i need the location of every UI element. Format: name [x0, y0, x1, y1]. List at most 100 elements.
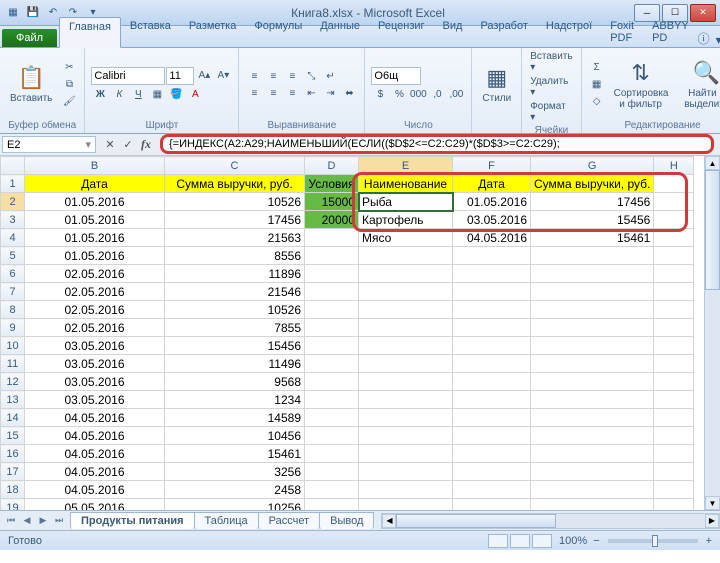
row-header-6[interactable]: 6 [1, 265, 25, 283]
align-left-icon[interactable]: ≡ [245, 85, 263, 101]
ribbon-tab-6[interactable]: Вид [434, 17, 472, 47]
file-tab[interactable]: Файл [2, 29, 57, 47]
cell-C12[interactable]: 9568 [165, 373, 305, 391]
sheet-tab-0[interactable]: Продукты питания [70, 512, 195, 529]
row-header-15[interactable]: 15 [1, 427, 25, 445]
cell-B4[interactable]: 01.05.2016 [25, 229, 165, 247]
cell-C7[interactable]: 21546 [165, 283, 305, 301]
cell-C4[interactable]: 21563 [165, 229, 305, 247]
autosum-icon[interactable]: Σ [588, 60, 606, 76]
cell-F15[interactable] [453, 427, 531, 445]
row-header-7[interactable]: 7 [1, 283, 25, 301]
cell-H13[interactable] [654, 391, 694, 409]
clear-icon[interactable]: ◇ [588, 94, 606, 110]
cell-E5[interactable] [359, 247, 453, 265]
vertical-scrollbar[interactable]: ▲ ▼ [704, 156, 720, 510]
row-header-16[interactable]: 16 [1, 445, 25, 463]
cell-C1[interactable]: Сумма выручки, руб. [165, 175, 305, 193]
cell-F18[interactable] [453, 481, 531, 499]
ribbon-tab-10[interactable]: ABBYY PD [643, 17, 698, 47]
cell-D14[interactable] [305, 409, 359, 427]
underline-button[interactable]: Ч [129, 86, 147, 102]
row-header-14[interactable]: 14 [1, 409, 25, 427]
cell-C18[interactable]: 2458 [165, 481, 305, 499]
cell-D16[interactable] [305, 445, 359, 463]
cell-C16[interactable]: 15461 [165, 445, 305, 463]
cell-F6[interactable] [453, 265, 531, 283]
cell-G6[interactable] [531, 265, 654, 283]
cell-F3[interactable]: 03.05.2016 [453, 211, 531, 229]
formula-input[interactable]: {=ИНДЕКС(A2:A29;НАИМЕНЬШИЙ(ЕСЛИ(($D$2<=C… [160, 134, 714, 154]
cell-C15[interactable]: 10456 [165, 427, 305, 445]
shrink-font-icon[interactable]: A▾ [214, 67, 232, 83]
cell-H4[interactable] [654, 229, 694, 247]
align-center-icon[interactable]: ≡ [264, 85, 282, 101]
zoom-slider[interactable] [608, 539, 698, 543]
align-bottom-icon[interactable]: ≡ [283, 68, 301, 84]
cell-D10[interactable] [305, 337, 359, 355]
cell-E12[interactable] [359, 373, 453, 391]
row-header-12[interactable]: 12 [1, 373, 25, 391]
cell-G5[interactable] [531, 247, 654, 265]
cell-E7[interactable] [359, 283, 453, 301]
sheet-nav-last[interactable]: ⏭ [52, 515, 66, 526]
horizontal-scrollbar[interactable]: ◀ ▶ [381, 513, 720, 529]
indent-dec-icon[interactable]: ⇤ [302, 85, 320, 101]
sheet-nav-first[interactable]: ⏮ [4, 515, 18, 526]
format-painter-icon[interactable]: 🖌 [60, 94, 78, 110]
cell-C19[interactable]: 10256 [165, 499, 305, 511]
cell-B17[interactable]: 04.05.2016 [25, 463, 165, 481]
view-layout-icon[interactable] [510, 534, 530, 548]
cell-B12[interactable]: 03.05.2016 [25, 373, 165, 391]
cell-H3[interactable] [654, 211, 694, 229]
dec-decimal-icon[interactable]: ,00 [447, 86, 465, 102]
cell-E17[interactable] [359, 463, 453, 481]
cell-B16[interactable]: 04.05.2016 [25, 445, 165, 463]
row-header-13[interactable]: 13 [1, 391, 25, 409]
cell-D5[interactable] [305, 247, 359, 265]
row-header-19[interactable]: 19 [1, 499, 25, 511]
border-button[interactable]: ▦ [148, 86, 166, 102]
select-all-corner[interactable] [1, 157, 25, 175]
percent-icon[interactable]: % [390, 86, 408, 102]
cell-C9[interactable]: 7855 [165, 319, 305, 337]
cell-G11[interactable] [531, 355, 654, 373]
cell-G19[interactable] [531, 499, 654, 511]
cell-H17[interactable] [654, 463, 694, 481]
cell-D7[interactable] [305, 283, 359, 301]
cell-F11[interactable] [453, 355, 531, 373]
fx-icon[interactable]: fx [138, 137, 154, 153]
excel-icon[interactable]: ▦ [4, 4, 22, 22]
cell-D4[interactable] [305, 229, 359, 247]
cell-B8[interactable]: 02.05.2016 [25, 301, 165, 319]
ribbon-tab-3[interactable]: Формулы [245, 17, 311, 47]
col-header-F[interactable]: F [453, 157, 531, 175]
cell-D2[interactable]: 15000 [305, 193, 359, 211]
cell-E4[interactable]: Мясо [359, 229, 453, 247]
orientation-icon[interactable]: ⤡ [302, 68, 320, 84]
row-header-11[interactable]: 11 [1, 355, 25, 373]
sheet-tab-1[interactable]: Таблица [194, 512, 259, 529]
row-header-10[interactable]: 10 [1, 337, 25, 355]
cell-F2[interactable]: 01.05.2016 [453, 193, 531, 211]
col-header-C[interactable]: C [165, 157, 305, 175]
sheet-tab-3[interactable]: Вывод [319, 512, 374, 529]
cell-H8[interactable] [654, 301, 694, 319]
cell-E14[interactable] [359, 409, 453, 427]
cell-E18[interactable] [359, 481, 453, 499]
cells-format[interactable]: Формат ▾ [528, 100, 574, 124]
cell-B7[interactable]: 02.05.2016 [25, 283, 165, 301]
cell-D6[interactable] [305, 265, 359, 283]
bold-button[interactable]: Ж [91, 86, 109, 102]
enter-formula-icon[interactable]: ✓ [120, 137, 136, 153]
cell-F8[interactable] [453, 301, 531, 319]
cut-icon[interactable]: ✂ [60, 60, 78, 76]
scroll-left-icon[interactable]: ◀ [382, 514, 396, 528]
styles-button[interactable]: ▦ Стили [478, 63, 515, 106]
cell-F1[interactable]: Дата [453, 175, 531, 193]
italic-button[interactable]: К [110, 86, 128, 102]
cell-E2[interactable]: Рыба [359, 193, 453, 211]
cell-E9[interactable] [359, 319, 453, 337]
ribbon-tab-0[interactable]: Главная [59, 17, 121, 48]
cell-H14[interactable] [654, 409, 694, 427]
